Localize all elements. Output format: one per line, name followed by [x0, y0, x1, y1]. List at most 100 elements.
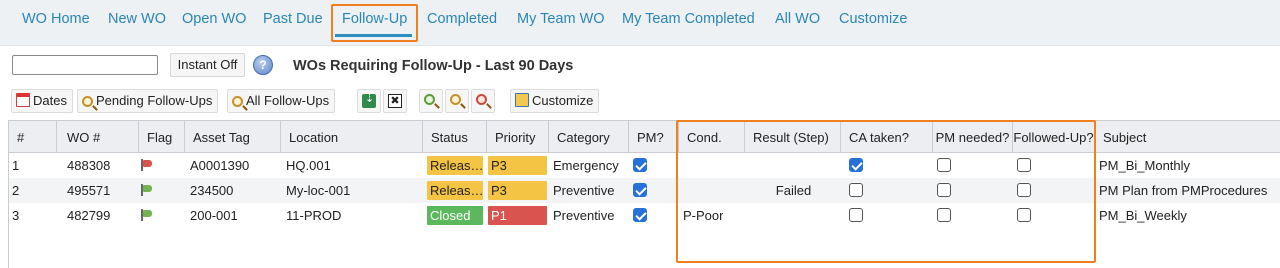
tab-new-wo[interactable]: New WO	[108, 11, 166, 35]
work-order-grid: # WO # Flag Asset Tag Location Status Pr…	[8, 120, 1280, 268]
dates-button[interactable]: Dates	[11, 89, 73, 113]
pending-follow-ups-button[interactable]: Pending Follow-Ups	[77, 89, 219, 113]
pm-checkbox[interactable]	[633, 208, 647, 222]
status-badge: Releas…	[427, 181, 483, 200]
status-badge: Releas…	[427, 156, 483, 175]
followed-up-checkbox[interactable]	[1017, 158, 1031, 172]
col-header-pm[interactable]: PM?	[629, 121, 679, 153]
zoom-button[interactable]	[445, 89, 469, 113]
row-number: 2	[12, 183, 20, 198]
zoom-in-icon	[424, 94, 435, 105]
asset-tag: 200-001	[190, 208, 238, 223]
col-header-wo[interactable]: WO #	[57, 121, 139, 153]
category: Preventive	[553, 208, 615, 223]
tab-my-team-wo[interactable]: My Team WO	[517, 11, 605, 35]
row-number: 3	[12, 208, 20, 223]
pm-checkbox[interactable]	[633, 158, 647, 172]
ca-taken-checkbox[interactable]	[849, 183, 863, 197]
flag-icon[interactable]	[141, 159, 152, 171]
result-step	[746, 203, 838, 228]
export-excel-button[interactable]	[357, 89, 381, 113]
asset-tag: A0001390	[190, 158, 250, 173]
grid-header: # WO # Flag Asset Tag Location Status Pr…	[9, 121, 1280, 153]
flag-icon[interactable]	[141, 184, 152, 196]
dates-label: Dates	[33, 93, 67, 108]
col-header-priority[interactable]: Priority	[487, 121, 549, 153]
col-header-result[interactable]: Result (Step)	[745, 121, 841, 153]
ca-taken-checkbox[interactable]	[849, 158, 863, 172]
result-step: Failed	[775, 183, 812, 198]
tab-wo-home[interactable]: WO Home	[22, 11, 90, 35]
col-header-location[interactable]: Location	[281, 121, 423, 153]
all-label: All Follow-Ups	[246, 93, 330, 108]
pending-label: Pending Follow-Ups	[96, 93, 213, 108]
tab-past-due[interactable]: Past Due	[263, 11, 323, 35]
search-input[interactable]	[12, 55, 158, 75]
priority-badge: P3	[488, 156, 547, 175]
tab-customize[interactable]: Customize	[839, 11, 908, 35]
excel-export-icon	[362, 92, 376, 108]
table-row[interactable]: 2 495571 234500 My-loc-001 Releas… P3 Pr…	[9, 178, 1280, 203]
col-header-pm-needed[interactable]: PM needed?	[933, 121, 1013, 153]
zoom-red-button[interactable]	[471, 89, 495, 113]
col-header-status[interactable]: Status	[423, 121, 487, 153]
tab-bar: WO Home New WO Open WO Past Due Follow-U…	[0, 0, 1280, 46]
wo-number[interactable]: 482799	[64, 203, 110, 228]
table-row[interactable]: 3 482799 200-001 11-PROD Closed P1 Preve…	[9, 203, 1280, 228]
col-header-number[interactable]: #	[9, 121, 57, 153]
col-header-flag[interactable]: Flag	[139, 121, 185, 153]
tab-my-team-completed[interactable]: My Team Completed	[622, 11, 755, 35]
instant-toggle-button[interactable]: Instant Off	[170, 53, 245, 77]
category: Emergency	[553, 158, 619, 173]
pm-needed-checkbox[interactable]	[937, 208, 951, 222]
condition	[680, 153, 683, 178]
col-header-subject[interactable]: Subject	[1095, 121, 1280, 153]
zoom-icon	[450, 94, 461, 105]
followed-up-checkbox[interactable]	[1017, 208, 1031, 222]
condition	[680, 178, 683, 203]
col-header-category[interactable]: Category	[549, 121, 629, 153]
zoom-out-icon	[476, 94, 487, 105]
col-header-ca-taken[interactable]: CA taken?	[841, 121, 933, 153]
col-header-cond[interactable]: Cond.	[679, 121, 745, 153]
tab-follow-up[interactable]: Follow-Up	[342, 11, 407, 35]
zoom-green-button[interactable]	[419, 89, 443, 113]
customize-icon	[515, 93, 529, 107]
location: HQ.001	[286, 158, 331, 173]
pm-needed-checkbox[interactable]	[937, 158, 951, 172]
magnifier-icon	[82, 96, 93, 107]
asset-tag: 234500	[190, 183, 234, 198]
customize-label: Customize	[532, 93, 594, 108]
tab-open-wo[interactable]: Open WO	[182, 11, 246, 35]
subject: PM Plan from PMProcedures	[1099, 183, 1268, 198]
help-icon[interactable]: ?	[253, 55, 273, 75]
pm-needed-checkbox[interactable]	[937, 183, 951, 197]
wo-number[interactable]: 488308	[64, 153, 110, 178]
followed-up-checkbox[interactable]	[1017, 183, 1031, 197]
subject: PM_Bi_Weekly	[1099, 208, 1187, 223]
page-title: WOs Requiring Follow-Up - Last 90 Days	[293, 58, 574, 74]
clear-button[interactable]: ✖	[383, 89, 407, 113]
wo-number[interactable]: 495571	[64, 178, 110, 203]
close-icon: ✖	[388, 94, 402, 108]
location: 11-PROD	[286, 208, 342, 223]
active-tab-indicator	[335, 34, 412, 37]
status-badge: Closed	[427, 206, 483, 225]
all-follow-ups-button[interactable]: All Follow-Ups	[227, 89, 336, 113]
priority-badge: P3	[488, 181, 547, 200]
category: Preventive	[553, 183, 615, 198]
col-header-followed-up[interactable]: Followed-Up?	[1013, 121, 1095, 153]
magnifier-icon	[232, 96, 243, 107]
row-number: 1	[12, 158, 20, 173]
tab-completed[interactable]: Completed	[427, 11, 497, 35]
table-row[interactable]: 1 488308 A0001390 HQ.001 Releas… P3 Emer…	[9, 153, 1280, 178]
calendar-icon	[16, 93, 30, 107]
ca-taken-checkbox[interactable]	[849, 208, 863, 222]
customize-button[interactable]: Customize	[510, 89, 600, 113]
pm-checkbox[interactable]	[633, 183, 647, 197]
location: My-loc-001	[286, 183, 351, 198]
flag-icon[interactable]	[141, 209, 152, 221]
tab-all-wo[interactable]: All WO	[775, 11, 820, 35]
priority-badge: P1	[488, 206, 547, 225]
col-header-asset-tag[interactable]: Asset Tag	[185, 121, 281, 153]
